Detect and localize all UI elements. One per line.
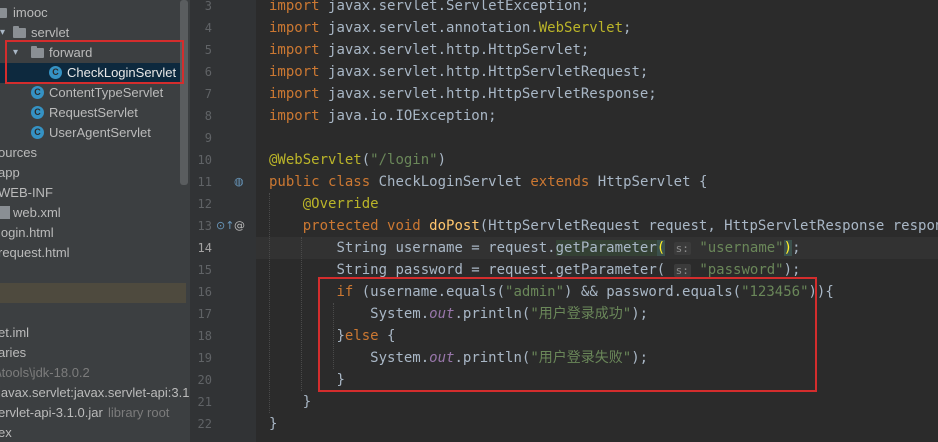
line-number: 19 [197, 351, 212, 365]
xml-file-icon [0, 206, 10, 219]
tree-item-label: imooc [13, 5, 48, 20]
java-class-icon: C [31, 126, 44, 139]
tree-item-label: et.iml [0, 325, 30, 340]
tree-item-libraries[interactable]: aries [0, 343, 186, 363]
annotation-at-icon[interactable]: @ [234, 219, 245, 233]
tree-item-label: login.html [0, 225, 54, 240]
tree-item-webapp[interactable]: app [0, 163, 186, 183]
line-number: 11 [197, 175, 212, 189]
tree-item-label: UserAgentServlet [49, 125, 151, 140]
line-number: 5 [204, 43, 212, 57]
highlight-box-if-block [318, 277, 817, 392]
tree-item-request-html[interactable]: request.html [0, 243, 186, 263]
tree-item-label: WEB-INF [0, 185, 53, 200]
line-number: 8 [204, 109, 212, 123]
code-line-10: @WebServlet("/login") [269, 152, 447, 168]
tree-item-label: web.xml [13, 205, 61, 220]
line-number: 21 [197, 395, 212, 409]
tree-item-web-inf[interactable]: WEB-INF [0, 183, 186, 203]
override-method-icon[interactable]: ⊙↑ [216, 219, 234, 233]
parameter-hint: s: [673, 242, 691, 255]
sidebar-scrollbar[interactable] [180, 0, 188, 185]
java-class-icon: C [31, 86, 44, 99]
tree-item-label: app [0, 165, 20, 180]
line-number: 3 [204, 0, 212, 13]
tree-item-label: javax.servlet:javax.servlet-api:3.1.0 [0, 385, 190, 400]
tree-item-label: \tools\jdk-18.0.2 [0, 365, 90, 380]
tree-item-login-html[interactable]: login.html [0, 223, 186, 243]
code-line-13: protected void doPost(HttpServletRequest… [302, 218, 938, 234]
tree-item-label: ervlet-api-3.1.0.jar [0, 405, 103, 420]
line-number: 16 [197, 285, 212, 299]
line-number: 9 [204, 131, 212, 145]
highlight-box-forward [5, 40, 184, 84]
tree-empty-band [0, 283, 186, 303]
line-number: 17 [197, 307, 212, 321]
code-line-8: import java.io.IOException; [269, 108, 497, 124]
tree-item-jdk[interactable]: \tools\jdk-18.0.2 [0, 363, 186, 383]
package-icon [13, 26, 26, 38]
line-number: 22 [197, 417, 212, 431]
code-line-4: import javax.servlet.annotation.WebServl… [269, 20, 632, 36]
line-number-current: 14 [197, 241, 212, 255]
code-line-21: } [302, 394, 312, 410]
code-line-5: import javax.servlet.http.HttpServlet; [269, 42, 590, 58]
code-line-6: import javax.servlet.http.HttpServletReq… [269, 64, 649, 80]
tree-item-label: ources [0, 145, 38, 160]
tree-item-requestservlet[interactable]: C RequestServlet [0, 103, 186, 123]
library-root-tag: library root [108, 405, 170, 420]
web-globe-icon[interactable]: ◍ [234, 175, 244, 189]
line-number: 4 [204, 21, 212, 35]
line-number: 12 [197, 197, 212, 211]
line-number: 6 [204, 65, 212, 79]
tree-item-useragentservlet[interactable]: C UserAgentServlet [0, 123, 186, 143]
tree-item-contenttypeservlet[interactable]: C ContentTypeServlet [0, 83, 186, 103]
folder-icon [0, 8, 7, 18]
tree-item-resources[interactable]: ources [0, 143, 186, 163]
tree-item-servlet-api-jar[interactable]: ervlet-api-3.1.0.jar library root [0, 403, 186, 423]
tree-item-iml[interactable]: et.iml [0, 323, 186, 343]
code-line-22: } [269, 416, 278, 432]
project-tree-panel: imooc ▾ servlet ▾ forward C CheckLoginSe… [0, 0, 190, 442]
code-line-12: @Override [302, 196, 379, 212]
tree-item-imooc[interactable]: imooc [0, 3, 186, 23]
tree-item-index[interactable]: ex [0, 423, 186, 442]
code-line-3: import javax.servlet.ServletException; [269, 0, 590, 14]
tree-item-label: ContentTypeServlet [49, 85, 164, 100]
parameter-hint: s: [673, 264, 691, 277]
line-number: 10 [197, 153, 212, 167]
code-line-11: public class CheckLoginServlet extends H… [269, 174, 708, 190]
tree-item-label: aries [0, 345, 27, 360]
tree-item-label: ex [0, 425, 12, 440]
code-line-14: String username = request.getParameter( … [336, 240, 801, 256]
line-number: 20 [197, 373, 212, 387]
line-number: 7 [204, 87, 212, 101]
tree-item-label: RequestServlet [49, 105, 138, 120]
java-class-icon: C [31, 106, 44, 119]
line-number: 15 [197, 263, 212, 277]
code-line-7: import javax.servlet.http.HttpServletRes… [269, 86, 657, 102]
tree-item-web-xml[interactable]: web.xml [0, 203, 186, 223]
line-number: 13 [197, 219, 212, 233]
tree-item-servlet-api-lib[interactable]: javax.servlet:javax.servlet-api:3.1.0 [0, 383, 190, 403]
line-number: 18 [197, 329, 212, 343]
tree-item-label: request.html [0, 245, 70, 260]
